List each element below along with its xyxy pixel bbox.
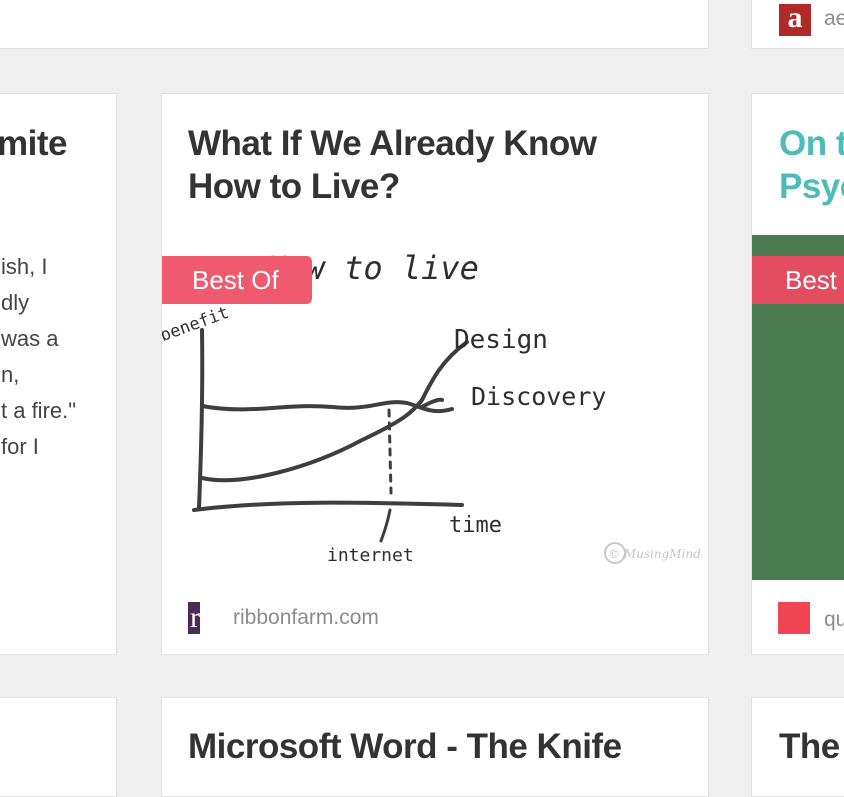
red-square-icon [778, 602, 810, 634]
source-link[interactable]: ribbonfarm.com [233, 604, 379, 632]
card-top-right[interactable]: a ae [751, 0, 844, 49]
excerpt-line: for I [1, 434, 39, 459]
card-title[interactable]: The [779, 725, 840, 768]
sketch-watermark: © MusingMind [608, 547, 701, 561]
card-left[interactable]: mite ish, I dly was a n, t a fire." for … [0, 93, 117, 655]
excerpt-line: t a fire." [1, 398, 77, 423]
best-of-badge[interactable]: Best Of [162, 256, 312, 304]
card-title[interactable]: Microsoft Word - The Knife [188, 725, 708, 768]
card-title[interactable]: What If We Already Know How to Live? [188, 122, 688, 208]
card-title-line2[interactable]: Psyc [779, 167, 844, 206]
card-title[interactable]: On t Psyc [779, 122, 844, 208]
sketch-x-label: time [449, 513, 502, 538]
source-link[interactable]: qu [824, 606, 844, 634]
excerpt-line: ish, I [1, 254, 48, 279]
excerpt-line: n, [1, 362, 20, 387]
a-letter-icon: a [779, 1, 811, 36]
card-bottom-right[interactable]: The [751, 697, 844, 797]
rf-logo-text: rf [190, 601, 216, 634]
card-top-center[interactable] [0, 0, 709, 49]
sketch-y-label: benefit [162, 303, 232, 346]
sketch-discovery-label: Discovery [471, 382, 606, 411]
card-title-line1[interactable]: What If We Already Know [188, 124, 597, 163]
card-title-line2[interactable]: How to Live? [188, 167, 400, 206]
source-text: ae [824, 7, 844, 30]
card-center[interactable]: What If We Already Know How to Live? How… [161, 93, 709, 655]
card-title[interactable]: mite [0, 122, 67, 165]
card-bottom-center[interactable]: Microsoft Word - The Knife [161, 697, 709, 797]
sketch-design-label: Design [454, 325, 548, 355]
best-of-badge[interactable]: Best [752, 256, 844, 304]
card-title-line1[interactable]: On t [779, 124, 844, 163]
sketch-marker-label: internet [327, 545, 414, 566]
excerpt-line: dly [1, 290, 30, 315]
card-excerpt: ish, I dly was a n, t a fire." for I [1, 249, 116, 489]
excerpt-line: was a [1, 326, 59, 351]
card-bottom-left[interactable] [0, 697, 117, 797]
card-right[interactable]: On t Psyc Best qu [751, 93, 844, 655]
rf-logo-icon: rf [188, 602, 220, 634]
